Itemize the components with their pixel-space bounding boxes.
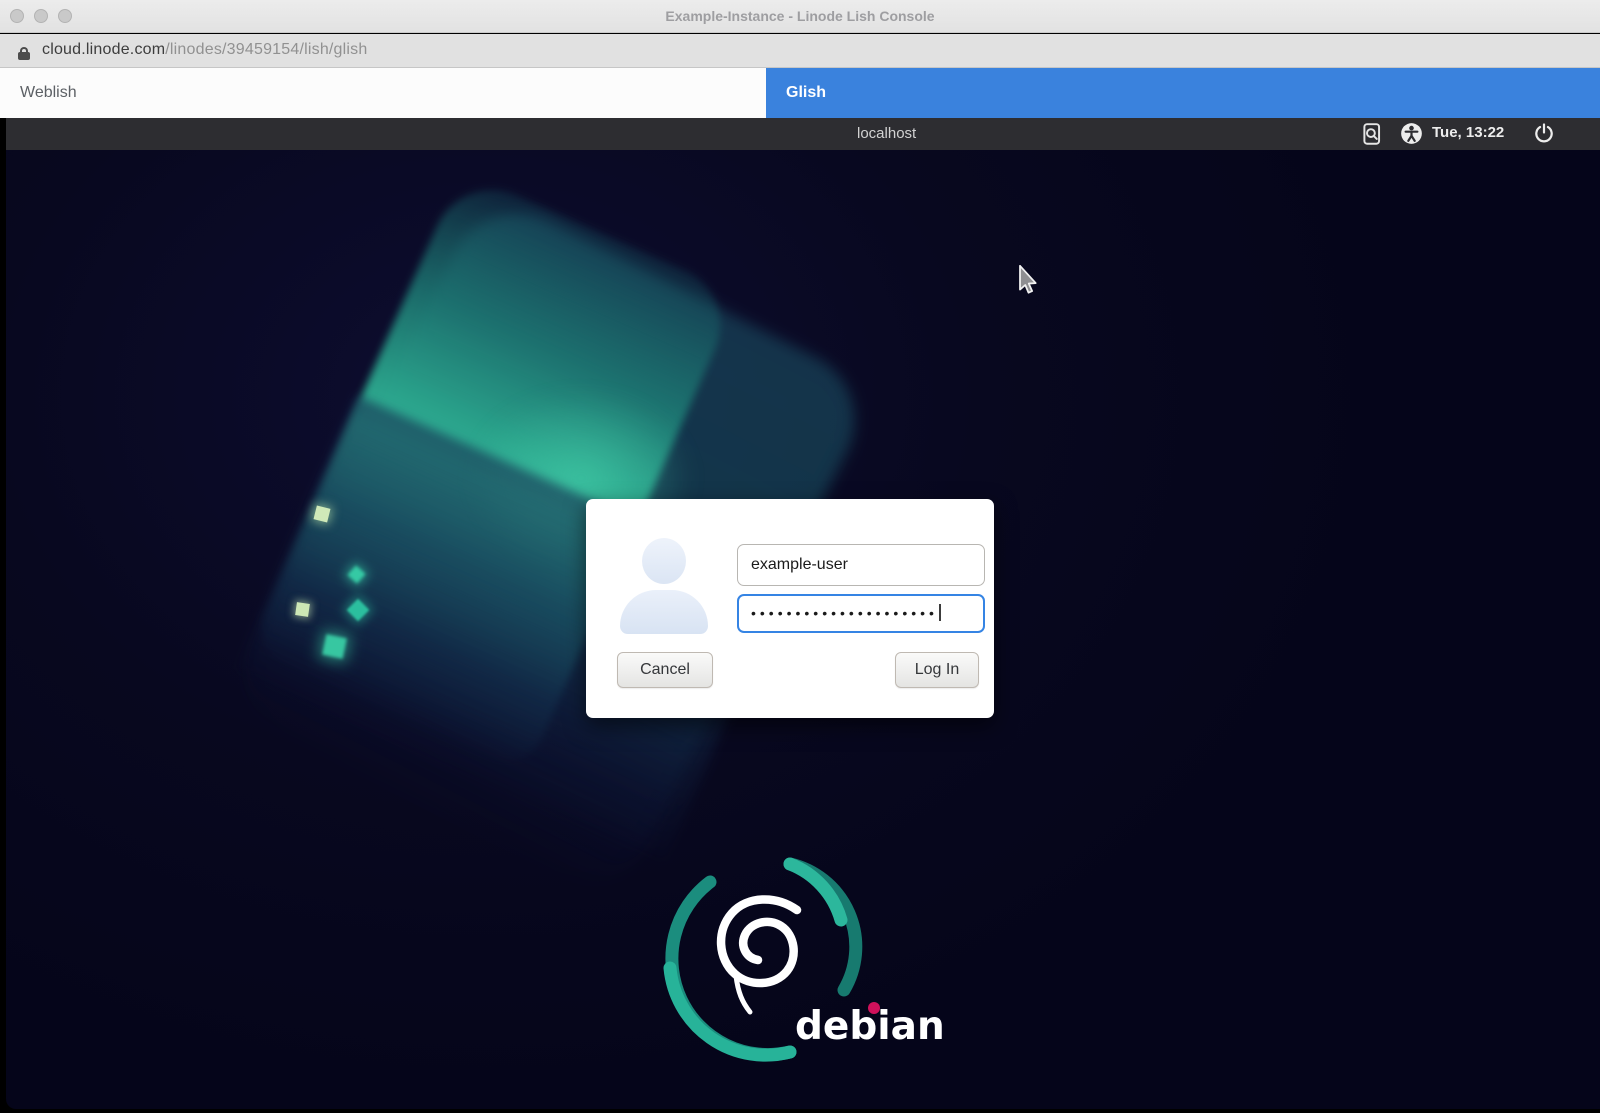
tab-weblish[interactable]: Weblish <box>0 68 766 118</box>
wallpaper-spark <box>347 565 365 583</box>
glish-display: localhost Tue, 13:22 <box>6 118 1600 1109</box>
address-bar[interactable]: cloud.linode.com/linodes/39459154/lish/g… <box>0 34 1600 68</box>
user-avatar <box>620 538 708 636</box>
tab-glish[interactable]: Glish <box>766 68 1600 118</box>
login-dialog: example-user ••••••••••••••••••••• Cance… <box>586 499 994 718</box>
password-dots: ••••••••••••••••••••• <box>751 605 938 621</box>
debian-logo: debian <box>640 840 950 1070</box>
login-button[interactable]: Log In <box>895 652 979 688</box>
window-title: Example-Instance - Linode Lish Console <box>0 8 1600 24</box>
gnome-top-bar: localhost Tue, 13:22 <box>6 118 1600 150</box>
hostname-label: localhost <box>857 125 916 142</box>
debian-red-dot <box>868 1002 880 1014</box>
url-host: cloud.linode.com <box>42 41 165 58</box>
wallpaper-spark <box>322 634 347 659</box>
debian-swirl <box>721 899 797 983</box>
window-titlebar: Example-Instance - Linode Lish Console <box>0 0 1600 33</box>
cancel-button[interactable]: Cancel <box>617 652 713 688</box>
power-icon[interactable] <box>1533 122 1555 144</box>
password-input[interactable]: ••••••••••••••••••••• <box>737 594 985 633</box>
url-path: /linodes/39459154/lish/glish <box>165 41 367 58</box>
wallpaper-spark <box>295 602 310 617</box>
url-text[interactable]: cloud.linode.com/linodes/39459154/lish/g… <box>42 41 367 59</box>
screen-magnifier-icon[interactable] <box>1361 122 1383 147</box>
mouse-cursor <box>1018 265 1038 297</box>
wallpaper-spark <box>347 599 370 622</box>
text-cursor <box>939 604 941 621</box>
wallpaper-spark <box>314 506 331 523</box>
lock-icon <box>18 47 30 57</box>
console-tab-bar: Weblish Glish <box>0 68 1600 118</box>
screen: Example-Instance - Linode Lish Console c… <box>0 0 1600 1113</box>
username-input[interactable]: example-user <box>737 544 985 586</box>
clock-label[interactable]: Tue, 13:22 <box>1432 124 1504 141</box>
accessibility-icon[interactable] <box>1400 122 1423 145</box>
